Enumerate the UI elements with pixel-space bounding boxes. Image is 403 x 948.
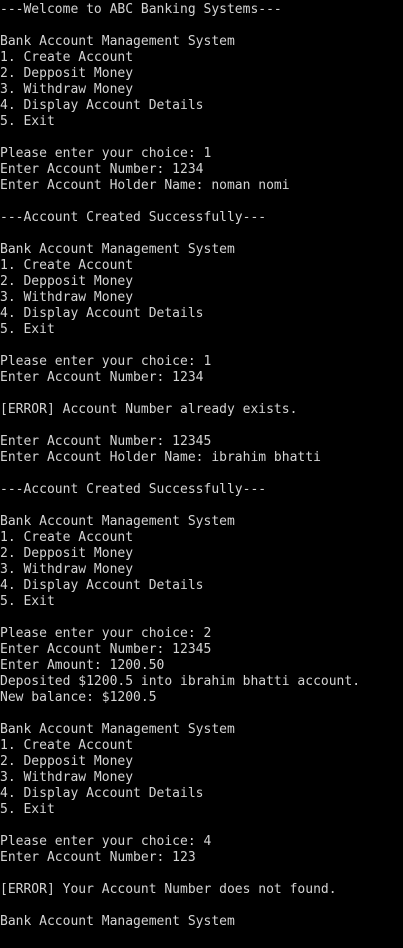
- terminal-line: Enter Account Number: 12345: [0, 434, 212, 449]
- terminal-line: 3. Withdraw Money: [0, 562, 134, 577]
- terminal-line: Enter Account Holder Name: ibrahim bhatt…: [0, 450, 321, 465]
- terminal-line: 5. Exit: [0, 322, 55, 337]
- terminal-line: 1. Create Account: [0, 530, 134, 545]
- terminal-line: 2. Depposit Money: [0, 66, 134, 81]
- terminal-line: Enter Amount: 1200.50: [0, 658, 165, 673]
- terminal-line: Deposited $1200.5 into ibrahim bhatti ac…: [0, 674, 361, 689]
- terminal-output[interactable]: ---Welcome to ABC Banking Systems--- Bank…: [0, 0, 403, 948]
- terminal-line: Please enter your choice: 1: [0, 354, 212, 369]
- terminal-line: Bank Account Management System: [0, 914, 235, 929]
- terminal-line: Enter Account Number: 12345: [0, 642, 212, 657]
- terminal-line: 1. Create Account: [0, 50, 134, 65]
- terminal-line: ---Welcome to ABC Banking Systems---: [0, 2, 282, 17]
- terminal-line: 3. Withdraw Money: [0, 770, 134, 785]
- terminal-line: 4. Display Account Details: [0, 786, 204, 801]
- terminal-line: 5. Exit: [0, 114, 55, 129]
- terminal-line: 1. Create Account: [0, 738, 134, 753]
- terminal-line: Bank Account Management System: [0, 242, 235, 257]
- terminal-line: 3. Withdraw Money: [0, 290, 134, 305]
- terminal-line: 2. Depposit Money: [0, 546, 134, 561]
- terminal-line: 1. Create Account: [0, 258, 134, 273]
- terminal-line: Please enter your choice: 1: [0, 146, 212, 161]
- terminal-line: [ERROR] Account Number already exists.: [0, 402, 298, 417]
- terminal-line: 5. Exit: [0, 802, 55, 817]
- terminal-line: 3. Withdraw Money: [0, 82, 134, 97]
- terminal-line: Bank Account Management System: [0, 722, 235, 737]
- terminal-line: ---Account Created Successfully---: [0, 210, 267, 225]
- terminal-line: Enter Account Number: 1234: [0, 162, 204, 177]
- terminal-line: Enter Account Holder Name: noman nomi: [0, 178, 290, 193]
- terminal-line: 2. Depposit Money: [0, 274, 134, 289]
- terminal-line: New balance: $1200.5: [0, 690, 157, 705]
- terminal-line: Enter Account Number: 1234: [0, 370, 204, 385]
- terminal-line: Bank Account Management System: [0, 34, 235, 49]
- terminal-line: Bank Account Management System: [0, 514, 235, 529]
- terminal-line: Please enter your choice: 2: [0, 626, 212, 641]
- terminal-line: ---Account Created Successfully---: [0, 482, 267, 497]
- terminal-line: [ERROR] Your Account Number does not fou…: [0, 882, 337, 897]
- terminal-line: Enter Account Number: 123: [0, 850, 196, 865]
- terminal-line: 4. Display Account Details: [0, 306, 204, 321]
- terminal-line: 4. Display Account Details: [0, 98, 204, 113]
- terminal-line: Please enter your choice: 4: [0, 834, 212, 849]
- terminal-line: 4. Display Account Details: [0, 578, 204, 593]
- terminal-line: 2. Depposit Money: [0, 754, 134, 769]
- terminal-line: 5. Exit: [0, 594, 55, 609]
